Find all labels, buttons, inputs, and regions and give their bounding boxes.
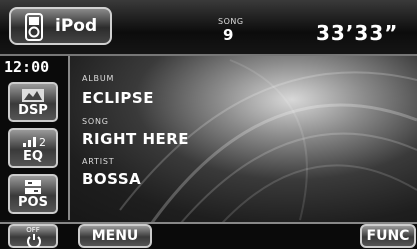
artist-name: BOSSA	[82, 170, 142, 188]
pos-button[interactable]: POS	[8, 174, 58, 214]
func-button[interactable]: FUNC	[360, 224, 416, 248]
svg-text:2: 2	[39, 136, 46, 149]
off-button[interactable]: OFF	[8, 224, 58, 248]
song-number: 9	[223, 26, 234, 44]
eq-icon: 2	[23, 136, 46, 149]
source-label: iPod	[55, 16, 98, 36]
off-label: OFF	[26, 226, 40, 234]
artist-caption: ARTIST	[82, 157, 115, 166]
clock: 12:00	[4, 58, 50, 76]
menu-button[interactable]: MENU	[78, 224, 152, 248]
head-unit-screen: iPod SONG 9 33’33” 12:00 DSP 2 EQ POS AL…	[0, 0, 417, 249]
song-title: RIGHT HERE	[82, 130, 190, 148]
album-caption: ALBUM	[82, 74, 115, 83]
eq-label: EQ	[23, 149, 43, 164]
album-title: ECLIPSE	[82, 89, 154, 107]
ipod-source-button[interactable]: iPod	[9, 7, 112, 45]
song-number-caption: SONG	[218, 17, 244, 26]
eq-button[interactable]: 2 EQ	[8, 128, 58, 168]
pos-icon	[25, 180, 41, 194]
ipod-icon	[25, 13, 43, 41]
elapsed-time: 33’33”	[316, 21, 399, 45]
dsp-icon	[22, 89, 44, 102]
pos-label: POS	[18, 195, 48, 210]
dsp-button[interactable]: DSP	[8, 82, 58, 122]
dsp-label: DSP	[18, 103, 48, 118]
power-off-icon	[27, 234, 41, 247]
song-caption: SONG	[82, 117, 109, 126]
bottom-bar	[0, 222, 417, 249]
